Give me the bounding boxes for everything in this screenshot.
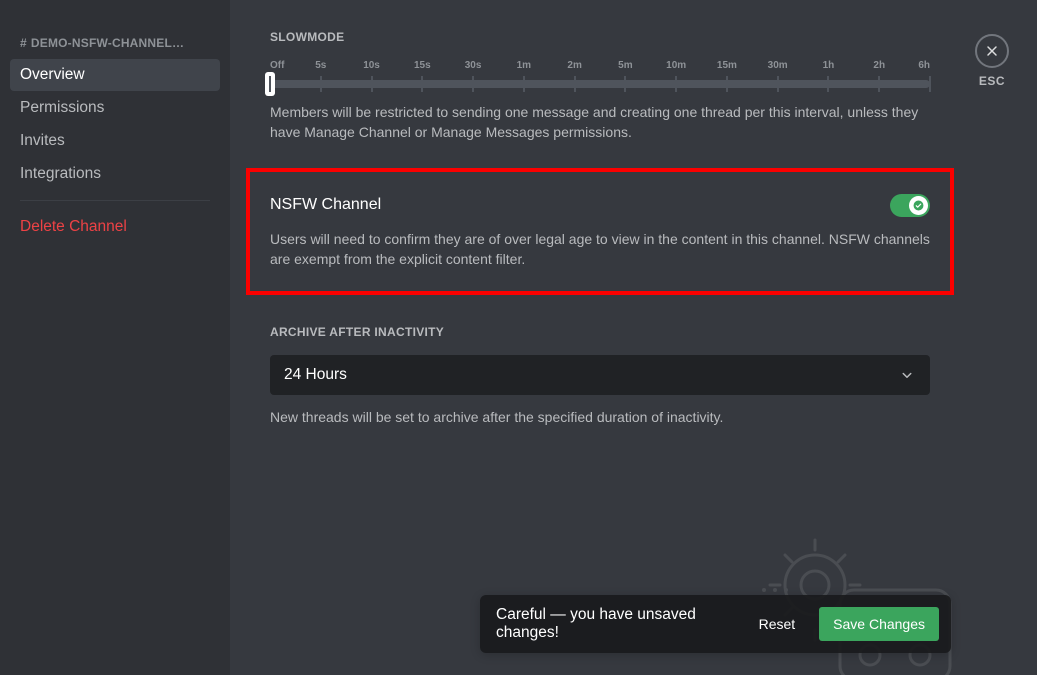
slider-tick [878, 76, 880, 92]
slider-tick-label: 15m [717, 60, 737, 71]
close-esc-group: ESC [975, 34, 1009, 88]
slider-tick [929, 76, 931, 92]
slider-tick-label: 15s [414, 60, 431, 71]
close-label: ESC [979, 74, 1005, 88]
slider-tick-label: 2m [567, 60, 581, 71]
toggle-knob [909, 196, 928, 215]
sidebar-item-invites[interactable]: Invites [10, 125, 220, 157]
slider-tick-label: 1h [823, 60, 835, 71]
sidebar-item-integrations[interactable]: Integrations [10, 158, 220, 190]
archive-value: 24 Hours [284, 366, 347, 384]
slider-tick [371, 76, 373, 92]
reset-button[interactable]: Reset [749, 608, 806, 640]
slider-tick-label: 1m [517, 60, 531, 71]
slider-tick [574, 76, 576, 92]
unsaved-changes-bar: Careful — you have unsaved changes! Rese… [480, 595, 951, 653]
sidebar-item-permissions[interactable]: Permissions [10, 92, 220, 124]
hash-icon: # [20, 36, 27, 50]
slider-tick-label: Off [270, 60, 284, 71]
slider-tick-label: 10s [363, 60, 380, 71]
content-area: SLOWMODE Off 5s 10s 15s 30s 1m 2m 5m 10m 15m 30m 1h… [230, 0, 1037, 675]
save-changes-button[interactable]: Save Changes [819, 607, 939, 641]
slider-tick [472, 76, 474, 92]
slider-tick [777, 76, 779, 92]
slider-tick [421, 76, 423, 92]
nsfw-help: Users will need to confirm they are of o… [270, 229, 930, 270]
slider-tick [320, 76, 322, 92]
delete-channel-button[interactable]: Delete Channel [10, 211, 220, 243]
channel-name-header: # DEMO-NSFW-CHANNEL… [10, 30, 220, 58]
close-icon [984, 43, 1000, 59]
slowmode-help: Members will be restricted to sending on… [270, 102, 930, 143]
sidebar-divider [20, 200, 210, 201]
slider-tick [827, 76, 829, 92]
slider-tick-label: 30s [465, 60, 482, 71]
nsfw-highlight-box: NSFW Channel Users will need to confirm … [246, 168, 954, 296]
settings-sidebar: #DEMO-NSFW-CHANNEL… OverviewPermissionsI… [0, 0, 230, 675]
slider-tick [269, 76, 271, 92]
slowmode-slider[interactable]: Off 5s 10s 15s 30s 1m 2m 5m 10m 15m 30m 1h 2h 6h [270, 60, 930, 88]
slider-tick-label: 5s [315, 60, 326, 71]
chevron-down-icon [898, 366, 916, 384]
archive-help: New threads will be set to archive after… [270, 407, 930, 427]
slider-tick-label: 5m [618, 60, 632, 71]
slowmode-label: SLOWMODE [270, 30, 930, 44]
channel-name-text: DEMO-NSFW-CHANNEL… [31, 36, 184, 50]
slider-tick-label: 30m [768, 60, 788, 71]
check-icon [913, 200, 924, 211]
slider-tick-label: 6h [918, 60, 930, 71]
slider-tick [726, 76, 728, 92]
slider-tick [523, 76, 525, 92]
nsfw-title: NSFW Channel [270, 196, 381, 214]
archive-select[interactable]: 24 Hours [270, 355, 930, 395]
slider-tick [624, 76, 626, 92]
sidebar-item-overview[interactable]: Overview [10, 59, 220, 91]
nsfw-toggle[interactable] [890, 194, 930, 217]
slider-tick-label: 2h [873, 60, 885, 71]
slider-tick-label: 10m [666, 60, 686, 71]
unsaved-changes-text: Careful — you have unsaved changes! [496, 606, 735, 642]
archive-label: ARCHIVE AFTER INACTIVITY [270, 325, 930, 339]
close-button[interactable] [975, 34, 1009, 68]
slider-tick [675, 76, 677, 92]
